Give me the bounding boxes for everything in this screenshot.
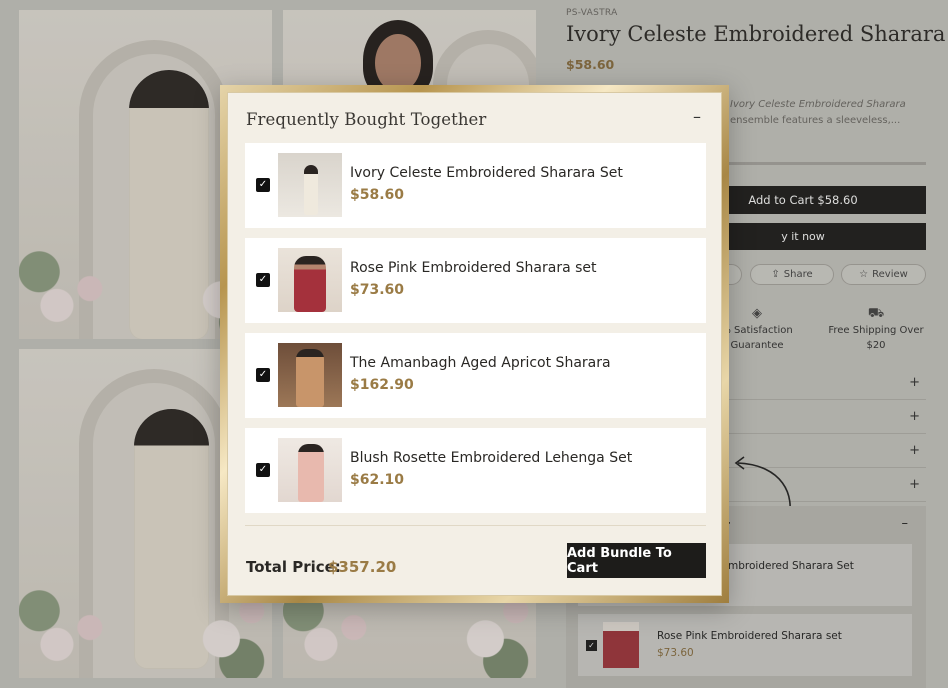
feature-line-1: Free Shipping Over — [828, 325, 924, 336]
item-checkbox[interactable]: ✓ — [256, 178, 270, 192]
item-name: Rose Pink Embroidered Sharara set — [350, 260, 597, 276]
brand-name: PS-VASTRA — [566, 8, 618, 18]
item-checkbox[interactable]: ✓ — [256, 463, 270, 477]
star-icon: ☆ — [859, 269, 869, 280]
product-description: Ivory Celeste Embroidered Sharara ensemb… — [730, 97, 930, 128]
share-label: Share — [783, 269, 813, 280]
checkbox[interactable]: ✓ — [586, 640, 597, 651]
product-title: Ivory Celeste Embroidered Sharara Set — [566, 22, 948, 46]
bundle-item[interactable]: ✓ Rose Pink Embroidered Sharara set $73.… — [245, 238, 706, 323]
item-name: Blush Rosette Embroidered Lehenga Set — [350, 450, 633, 466]
share-icon: ⇪ — [771, 269, 780, 280]
product-price: $58.60 — [566, 57, 615, 72]
item-thumbnail — [278, 248, 342, 312]
item-name: The Amanbagh Aged Apricot Sharara — [350, 355, 611, 371]
divider — [245, 525, 706, 526]
truck-icon: ⛟ — [867, 306, 885, 321]
item-price: $73.60 — [350, 282, 405, 298]
item-thumbnail — [603, 622, 639, 668]
collapse-icon[interactable]: – — [902, 516, 909, 531]
plus-icon: + — [909, 409, 920, 424]
item-thumbnail — [278, 343, 342, 407]
item-name: mbroidered Sharara Set — [728, 560, 854, 572]
background-fbt-item: ✓ Rose Pink Embroidered Sharara set $73.… — [578, 614, 912, 676]
share-button[interactable]: ⇪ Share — [750, 264, 834, 285]
model-face — [375, 34, 421, 92]
collapse-button[interactable]: – — [693, 107, 701, 126]
item-price: $162.90 — [350, 377, 414, 393]
description-line-1: Ivory Celeste Embroidered Sharara — [730, 99, 906, 110]
review-label: Review — [872, 269, 908, 280]
total-price-value: $357.20 — [328, 558, 397, 576]
plus-icon: + — [909, 443, 920, 458]
item-name: Rose Pink Embroidered Sharara set — [657, 630, 842, 642]
item-checkbox[interactable]: ✓ — [256, 368, 270, 382]
feature-line-1: % Satisfaction — [721, 325, 793, 336]
item-price: $73.60 — [657, 647, 694, 659]
modal-content: Frequently Bought Together – ✓ Ivory Cel… — [227, 92, 722, 596]
item-name: Ivory Celeste Embroidered Sharara Set — [350, 165, 623, 181]
plus-icon: + — [909, 375, 920, 390]
add-bundle-to-cart-button[interactable]: Add Bundle To Cart — [567, 543, 706, 578]
bundle-item[interactable]: ✓ The Amanbagh Aged Apricot Sharara $162… — [245, 333, 706, 418]
total-price-label: Total Price: — [246, 558, 341, 576]
modal-title: Frequently Bought Together — [246, 110, 487, 129]
frequently-bought-together-modal: Frequently Bought Together – ✓ Ivory Cel… — [220, 85, 729, 603]
item-thumbnail — [278, 153, 342, 217]
item-thumbnail — [278, 438, 342, 502]
feature-line-2: $20 — [866, 340, 886, 351]
description-line-2: ensemble features a sleeveless,... — [730, 114, 901, 126]
feature-line-2: Guarantee — [730, 340, 784, 351]
review-button[interactable]: ☆ Review — [841, 264, 926, 285]
item-checkbox[interactable]: ✓ — [256, 273, 270, 287]
item-price: $58.60 — [350, 187, 405, 203]
feature-free-shipping: ⛟ Free Shipping Over $20 — [826, 306, 926, 353]
bundle-item[interactable]: ✓ Ivory Celeste Embroidered Sharara Set … — [245, 143, 706, 228]
item-price: $62.10 — [350, 472, 405, 488]
plus-icon: + — [909, 477, 920, 492]
bundle-item[interactable]: ✓ Blush Rosette Embroidered Lehenga Set … — [245, 428, 706, 513]
